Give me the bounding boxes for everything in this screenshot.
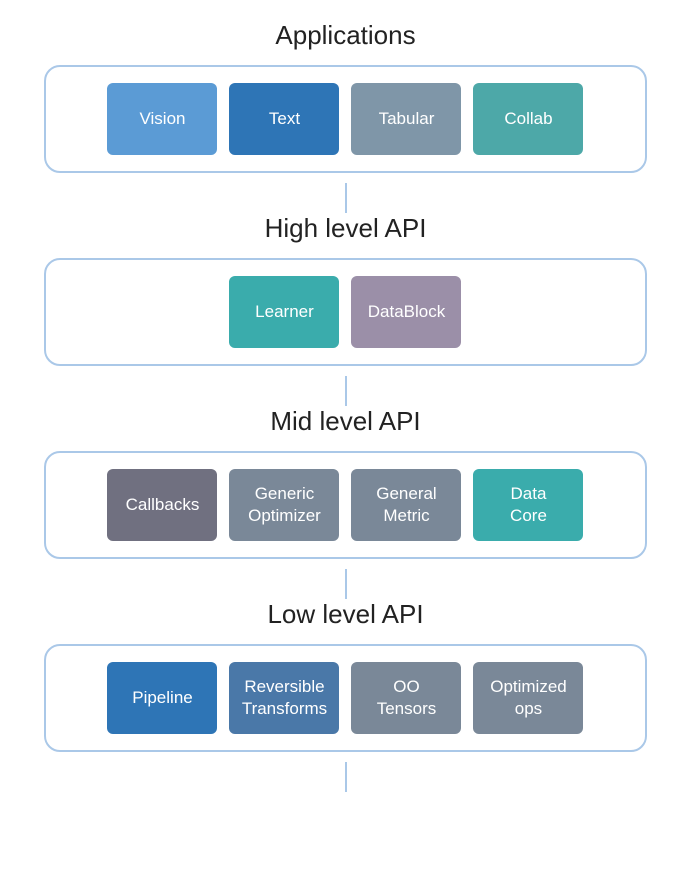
text-box: Text xyxy=(229,83,339,155)
applications-section: Applications Vision Text Tabular Collab xyxy=(10,20,681,173)
applications-row: Vision Text Tabular Collab xyxy=(107,77,583,161)
datablock-box: DataBlock xyxy=(351,276,461,348)
low-level-api-section: Low level API Pipeline ReversibleTransfo… xyxy=(10,599,681,752)
callbacks-box: Callbacks xyxy=(107,469,217,541)
optimized-ops-box: Optimizedops xyxy=(473,662,583,734)
general-metric-box: GeneralMetric xyxy=(351,469,461,541)
learner-box: Learner xyxy=(229,276,339,348)
high-level-api-title: High level API xyxy=(265,213,427,244)
mid-level-api-section: Mid level API Callbacks GenericOptimizer… xyxy=(10,406,681,559)
connector-2 xyxy=(345,376,347,406)
generic-optimizer-box: GenericOptimizer xyxy=(229,469,339,541)
mid-level-bracket: Callbacks GenericOptimizer GeneralMetric… xyxy=(44,451,648,559)
connector-1 xyxy=(345,183,347,213)
pipeline-box: Pipeline xyxy=(107,662,217,734)
high-level-api-section: High level API Learner DataBlock xyxy=(10,213,681,366)
collab-box: Collab xyxy=(473,83,583,155)
mid-level-row: Callbacks GenericOptimizer GeneralMetric… xyxy=(107,463,583,547)
mid-level-api-title: Mid level API xyxy=(270,406,420,437)
high-level-bracket: Learner DataBlock xyxy=(44,258,648,366)
reversible-transforms-box: ReversibleTransforms xyxy=(229,662,339,734)
applications-bracket: Vision Text Tabular Collab xyxy=(44,65,648,173)
tabular-box: Tabular xyxy=(351,83,461,155)
data-core-box: DataCore xyxy=(473,469,583,541)
high-level-row: Learner DataBlock xyxy=(229,270,461,354)
low-level-row: Pipeline ReversibleTransforms OOTensors … xyxy=(107,656,583,740)
connector-4 xyxy=(345,762,347,792)
oo-tensors-box: OOTensors xyxy=(351,662,461,734)
connector-3 xyxy=(345,569,347,599)
vision-box: Vision xyxy=(107,83,217,155)
low-level-bracket: Pipeline ReversibleTransforms OOTensors … xyxy=(44,644,648,752)
applications-title: Applications xyxy=(275,20,415,51)
low-level-api-title: Low level API xyxy=(267,599,423,630)
